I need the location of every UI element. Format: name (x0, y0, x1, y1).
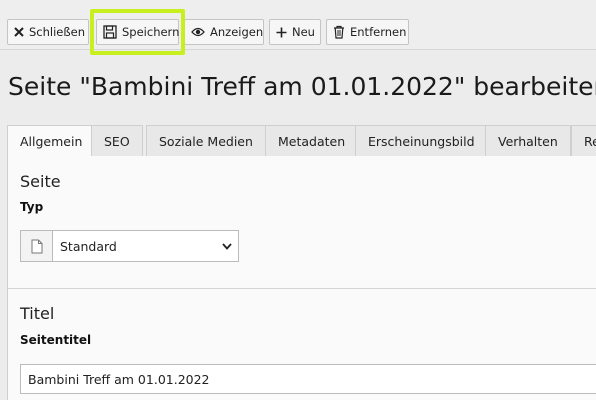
page-title-input[interactable]: Bambini Treff am 01.01.2022 (20, 364, 596, 394)
tab-soziale-medien[interactable]: Soziale Medien (146, 125, 266, 157)
tab-seo[interactable]: SEO (91, 125, 143, 157)
trash-icon (333, 25, 345, 39)
tab-re[interactable]: Re (571, 125, 596, 157)
new-button[interactable]: Neu (269, 19, 321, 45)
view-button[interactable]: Anzeigen (184, 19, 264, 45)
tab-verhalten[interactable]: Verhalten (485, 125, 571, 157)
close-icon (14, 25, 24, 39)
tab-allgemein[interactable]: Allgemein (7, 125, 96, 158)
save-button-label: Speichern (122, 25, 180, 39)
tab-metadaten[interactable]: Metadaten (265, 125, 359, 157)
remove-button[interactable]: Entfernen (326, 19, 409, 45)
remove-button-label: Entfernen (350, 25, 407, 39)
save-button[interactable]: Speichern (96, 19, 179, 45)
toolbar: Schließen Speichern Anzeigen Neu Entfern… (0, 0, 596, 50)
chevron-down-icon (216, 231, 238, 261)
plus-icon (276, 25, 287, 39)
new-button-label: Neu (292, 25, 315, 39)
form-panel: Seite Typ Standard Titel Seitentitel Bam… (7, 156, 596, 400)
type-select-value: Standard (60, 238, 117, 254)
section-title-heading: Titel (20, 304, 55, 323)
view-button-label: Anzeigen (210, 25, 264, 39)
close-button-label: Schließen (29, 25, 85, 39)
document-icon (21, 231, 53, 261)
page-title-label: Seitentitel (20, 333, 92, 347)
section-divider (8, 288, 596, 289)
page-title: Seite "Bambini Treff am 01.01.2022" bear… (8, 72, 596, 101)
type-label: Typ (20, 200, 44, 214)
tab-bar: Allgemein SEO Soziale Medien Metadaten E… (7, 125, 596, 158)
eye-icon (191, 25, 205, 39)
tab-erscheinungsbild[interactable]: Erscheinungsbild (355, 125, 488, 157)
save-icon (103, 25, 117, 39)
close-button[interactable]: Schließen (7, 19, 89, 45)
type-select[interactable]: Standard (20, 230, 239, 262)
section-page-title: Seite (20, 172, 61, 191)
